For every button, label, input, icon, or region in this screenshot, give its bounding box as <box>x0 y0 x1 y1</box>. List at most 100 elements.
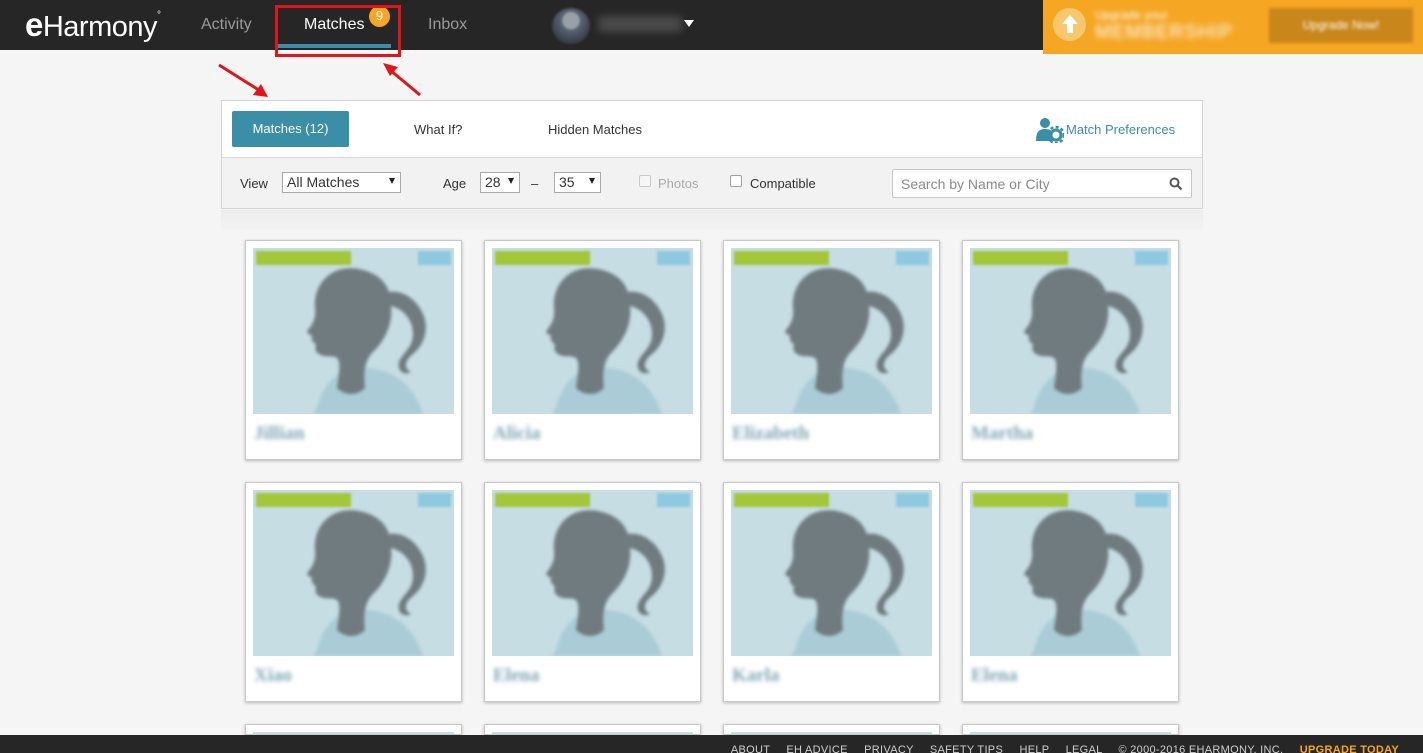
new-badge <box>896 251 929 265</box>
logo-mark: ° <box>157 10 161 21</box>
matches-filter-panel: Matches (12) What If? Hidden Matches Mat… <box>221 100 1203 209</box>
photos-label: Photos <box>658 176 699 191</box>
avatar <box>552 8 590 44</box>
chevron-down-icon <box>684 20 694 27</box>
compatible-badge <box>495 493 590 507</box>
profile-silhouette-photo <box>253 248 454 414</box>
age-max-value: 35 <box>559 174 575 190</box>
active-tab-indicator <box>277 44 391 48</box>
annotation-arrow-left <box>218 63 268 97</box>
age-label: Age <box>443 176 467 191</box>
match-card-partial[interactable] <box>245 724 462 735</box>
preferences-gear-person-icon <box>1036 118 1066 145</box>
age-range-dash: – <box>531 176 539 191</box>
nav-activity[interactable]: Activity <box>201 16 252 34</box>
match-name: Alicia <box>493 423 541 444</box>
match-card-partial[interactable] <box>484 724 701 735</box>
new-badge <box>1135 251 1168 265</box>
new-badge <box>418 251 451 265</box>
nav-matches[interactable]: Matches <box>304 16 364 34</box>
upgrade-arrow-icon <box>1053 8 1086 41</box>
tab-what-if[interactable]: What If? <box>414 122 462 137</box>
tab-hidden-matches[interactable]: Hidden Matches <box>548 122 642 137</box>
match-card[interactable]: Elizabeth <box>723 240 940 460</box>
match-name: Elena <box>971 665 1018 686</box>
match-card[interactable]: Xiao <box>245 482 462 702</box>
footer-about[interactable]: ABOUT <box>731 744 770 753</box>
match-name: Jillian <box>254 423 305 444</box>
new-badge <box>896 493 929 507</box>
match-card-partial[interactable] <box>723 724 940 735</box>
match-preferences-link[interactable]: Match Preferences <box>1034 117 1175 145</box>
match-name: Martha <box>971 423 1034 444</box>
footer-links: ABOUT EH ADVICE PRIVACY SAFETY TIPS HELP… <box>718 744 1399 753</box>
eharmony-logo[interactable]: eHarmony° <box>25 6 161 44</box>
match-card[interactable]: Karla <box>723 482 940 702</box>
upgrade-line-2: MEMBERSHIP <box>1095 22 1233 43</box>
match-card[interactable]: Alicia <box>484 240 701 460</box>
footer: ABOUT EH ADVICE PRIVACY SAFETY TIPS HELP… <box>0 735 1423 753</box>
compatible-badge <box>973 493 1068 507</box>
view-label: View <box>240 176 268 191</box>
age-min-value: 28 <box>485 174 501 190</box>
match-name: Elena <box>493 665 540 686</box>
greeting-text-blurred <box>598 16 682 32</box>
filter-row: View All Matches Age 28 – 35 Photos Comp… <box>222 158 1202 208</box>
photos-checkbox[interactable] <box>639 175 651 187</box>
new-badge <box>657 493 690 507</box>
profile-silhouette-photo <box>731 248 932 414</box>
age-max-select[interactable]: 35 <box>554 172 601 193</box>
nav-inbox[interactable]: Inbox <box>428 16 467 34</box>
logo-wordmark: Harmony <box>42 11 158 43</box>
footer-advice[interactable]: EH ADVICE <box>786 744 847 753</box>
profile-silhouette-photo <box>492 248 693 414</box>
match-card[interactable]: Elena <box>962 482 1179 702</box>
upgrade-banner[interactable]: Upgrade your MEMBERSHIP Upgrade Now! <box>1043 0 1423 54</box>
footer-privacy[interactable]: PRIVACY <box>864 744 913 753</box>
upgrade-now-button[interactable]: Upgrade Now! <box>1269 8 1413 43</box>
compatible-badge <box>256 493 351 507</box>
dropdown-arrow-icon <box>589 178 595 184</box>
tab-matches[interactable]: Matches (12) <box>232 111 349 147</box>
match-name: Elizabeth <box>732 423 810 444</box>
view-select[interactable]: All Matches <box>282 172 401 193</box>
compatible-badge <box>256 251 351 265</box>
compatible-checkbox[interactable] <box>730 175 742 187</box>
new-badge <box>418 493 451 507</box>
logo-e: e <box>25 6 43 43</box>
matches-count-badge: 9 <box>369 6 390 27</box>
new-badge <box>1135 493 1168 507</box>
search-input[interactable] <box>901 174 1161 193</box>
match-card-partial[interactable] <box>962 724 1179 735</box>
footer-legal[interactable]: LEGAL <box>1066 744 1103 753</box>
search-icon[interactable] <box>1169 177 1183 191</box>
new-badge <box>657 251 690 265</box>
upgrade-line-1: Upgrade your <box>1095 8 1168 22</box>
age-min-select[interactable]: 28 <box>480 172 520 193</box>
footer-help[interactable]: HELP <box>1019 744 1049 753</box>
match-name: Karla <box>732 665 780 686</box>
profile-silhouette-photo <box>970 490 1171 656</box>
match-card[interactable]: Martha <box>962 240 1179 460</box>
panel-shadow-strip <box>221 210 1203 234</box>
compatible-badge <box>734 251 829 265</box>
footer-upgrade-today[interactable]: UPGRADE TODAY <box>1300 744 1399 753</box>
compatible-label: Compatible <box>750 176 816 191</box>
match-preferences-label: Match Preferences <box>1066 122 1176 137</box>
annotation-arrow-right <box>383 63 421 97</box>
compatible-badge <box>734 493 829 507</box>
profile-silhouette-photo <box>731 490 932 656</box>
view-select-value: All Matches <box>287 174 360 190</box>
matches-tab-row: Matches (12) What If? Hidden Matches Mat… <box>222 101 1202 158</box>
footer-safety-tips[interactable]: SAFETY TIPS <box>930 744 1003 753</box>
profile-silhouette-photo <box>970 248 1171 414</box>
profile-silhouette-photo <box>253 490 454 656</box>
footer-copyright: © 2000-2016 EHARMONY, INC. <box>1118 744 1284 753</box>
profile-silhouette-photo <box>492 490 693 656</box>
match-card[interactable]: Jillian <box>245 240 462 460</box>
compatible-badge <box>973 251 1068 265</box>
search-box <box>892 169 1192 198</box>
dropdown-arrow-icon <box>508 178 514 184</box>
match-card[interactable]: Elena <box>484 482 701 702</box>
match-name: Xiao <box>254 665 292 686</box>
